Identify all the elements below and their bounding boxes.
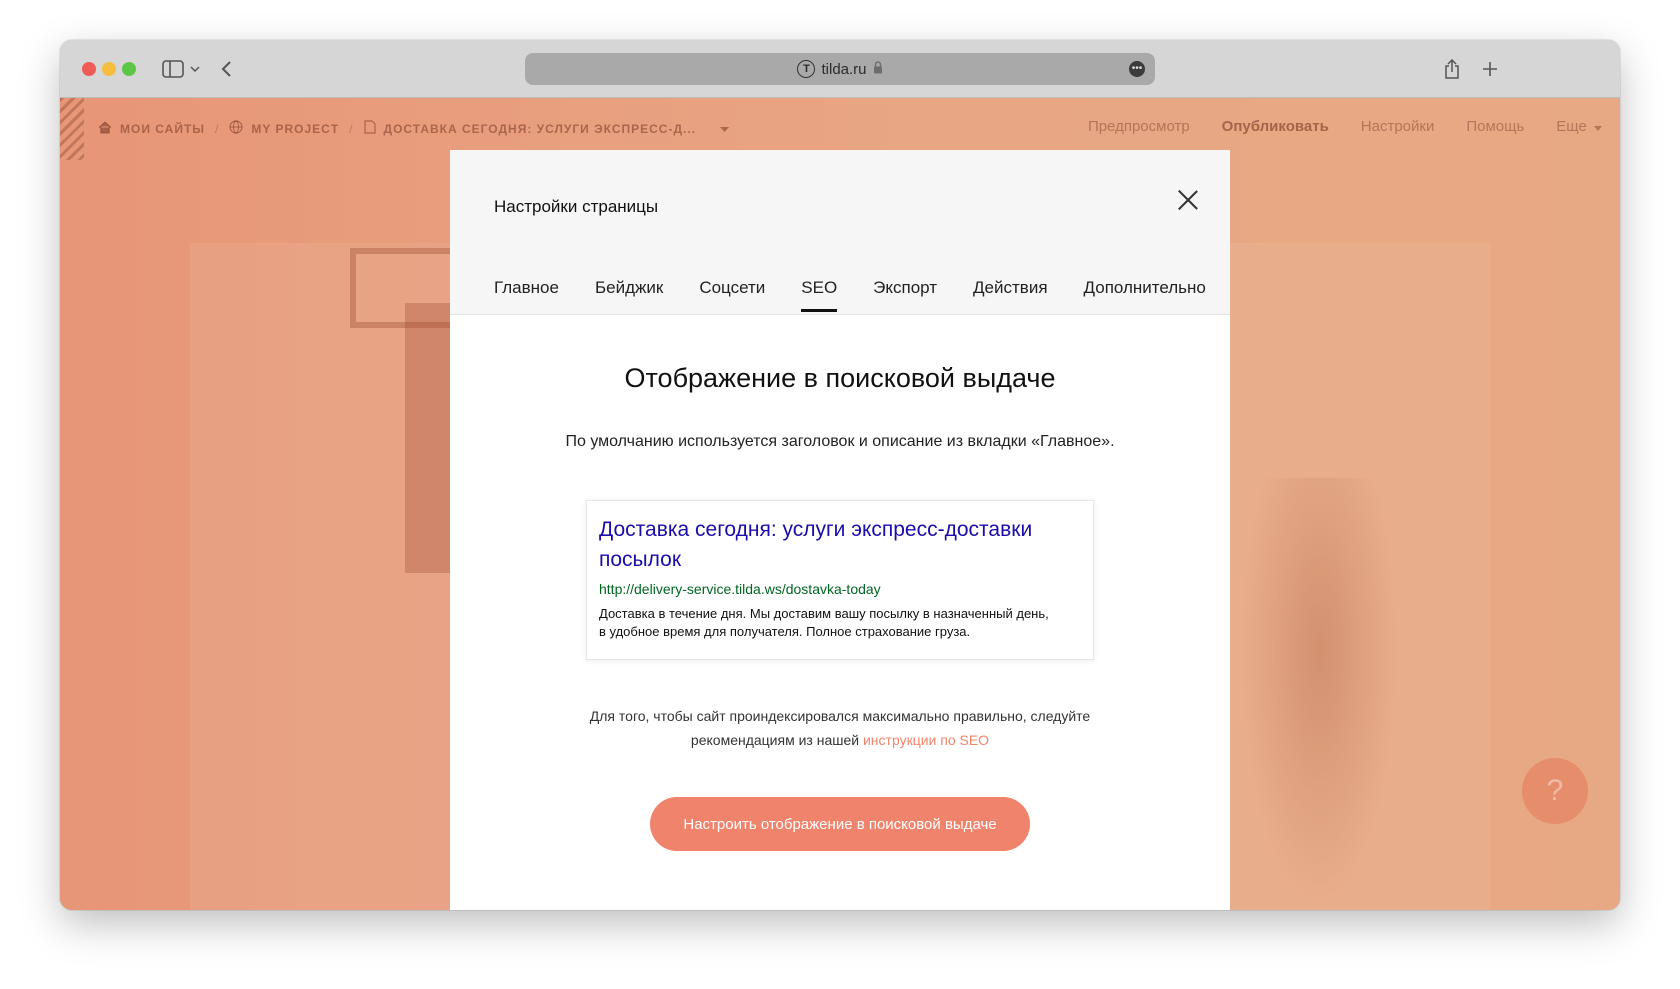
browser-toolbar: T tilda.ru ••• (60, 40, 1620, 98)
seo-note-text: Для того, чтобы сайт проиндексировался м… (589, 708, 1091, 748)
page-icon (363, 120, 376, 137)
snippet-title: Доставка сегодня: услуги экспресс-достав… (599, 518, 1033, 571)
settings-tabs: Главное Бейджик Соцсети SEO Экспорт Дейс… (494, 278, 1206, 312)
breadcrumb-project[interactable]: MY PROJECT (229, 120, 339, 137)
breadcrumb: МОИ САЙТЫ / MY PROJECT / ДОСТАВКА СЕГОДН… (98, 120, 730, 137)
search-snippet-preview: Доставка сегодня: услуги экспресс-достав… (586, 500, 1094, 660)
lock-icon (873, 60, 883, 78)
breadcrumb-page-label: ДОСТАВКА СЕГОДНЯ: УСЛУГИ ЭКСПРЕСС-Д... (383, 121, 697, 136)
maximize-window-button[interactable] (122, 62, 136, 76)
help-button[interactable]: ? (1522, 758, 1588, 824)
configure-search-display-button[interactable]: Настроить отображение в поисковой выдаче (650, 797, 1030, 851)
breadcrumb-separator: / (349, 121, 354, 136)
chevron-down-icon[interactable] (188, 56, 202, 82)
new-tab-icon[interactable] (1480, 56, 1500, 82)
share-icon[interactable] (1442, 56, 1462, 82)
help-link[interactable]: Помощь (1466, 118, 1524, 135)
close-icon[interactable] (1176, 188, 1200, 212)
tab-additional[interactable]: Дополнительно (1084, 278, 1206, 310)
editor-page: МОИ САЙТЫ / MY PROJECT / ДОСТАВКА СЕГОДН… (60, 98, 1620, 910)
publish-link[interactable]: Опубликовать (1222, 118, 1329, 135)
address-bar[interactable]: T tilda.ru ••• (525, 53, 1155, 85)
globe-icon (229, 120, 243, 137)
breadcrumb-my-sites-label: МОИ САЙТЫ (120, 121, 206, 136)
snippet-description: Доставка в течение дня. Мы доставим вашу… (599, 606, 1049, 639)
tab-social[interactable]: Соцсети (699, 278, 765, 310)
chevron-down-icon[interactable] (720, 122, 730, 136)
more-menu[interactable]: Еще (1556, 118, 1602, 135)
home-icon (98, 120, 112, 137)
seo-note: Для того, чтобы сайт проиндексировался м… (580, 704, 1100, 752)
tab-export[interactable]: Экспорт (873, 278, 937, 310)
more-icon[interactable]: ••• (1129, 61, 1145, 77)
back-icon[interactable] (218, 56, 234, 82)
site-icon: T (797, 60, 816, 78)
browser-window: T tilda.ru ••• МОИ САЙТЫ / MY PROJECT / … (60, 40, 1620, 910)
tab-actions[interactable]: Действия (973, 278, 1047, 310)
breadcrumb-my-sites[interactable]: МОИ САЙТЫ (98, 120, 206, 137)
page-settings-modal: Настройки страницы Главное Бейджик Соцсе… (450, 150, 1230, 910)
preview-link[interactable]: Предпросмотр (1088, 118, 1190, 135)
tab-seo[interactable]: SEO (801, 278, 837, 312)
tab-main[interactable]: Главное (494, 278, 559, 310)
tab-badge[interactable]: Бейджик (595, 278, 663, 310)
breadcrumb-separator: / (215, 121, 220, 136)
close-window-button[interactable] (82, 62, 96, 76)
seo-subtitle: По умолчанию используется заголовок и оп… (565, 433, 1115, 450)
settings-link[interactable]: Настройки (1361, 118, 1435, 135)
breadcrumb-page[interactable]: ДОСТАВКА СЕГОДНЯ: УСЛУГИ ЭКСПРЕСС-Д... (363, 120, 730, 137)
snippet-url: http://delivery-service.tilda.ws/dostavk… (599, 581, 881, 597)
sidebar-icon[interactable] (160, 56, 186, 82)
seo-heading: Отображение в поисковой выдаче (624, 363, 1056, 393)
editor-actions: Предпросмотр Опубликовать Настройки Помо… (1088, 118, 1602, 135)
modal-title: Настройки страницы (494, 197, 659, 216)
minimize-window-button[interactable] (102, 62, 116, 76)
background-plant (1240, 478, 1400, 908)
address-url: tilda.ru (821, 60, 867, 78)
more-menu-label: Еще (1556, 118, 1587, 135)
modal-header: Настройки страницы Главное Бейджик Соцсе… (450, 150, 1230, 315)
seo-instructions-link[interactable]: инструкции по SEO (863, 732, 989, 748)
breadcrumb-project-label: MY PROJECT (251, 121, 340, 136)
